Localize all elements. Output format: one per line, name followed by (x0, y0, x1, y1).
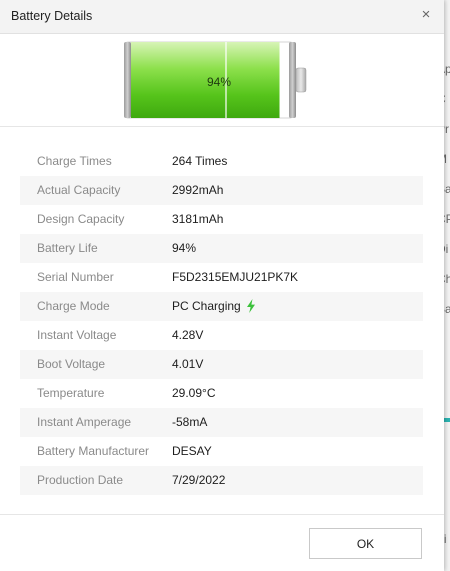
detail-label: Charge Times (37, 154, 112, 168)
footer-divider (0, 514, 444, 515)
detail-value: 7/29/2022 (172, 473, 226, 487)
detail-value: 29.09°C (172, 386, 216, 400)
detail-row-actual-capacity: Actual Capacity 2992mAh (20, 176, 423, 205)
lightning-bolt-icon (246, 295, 256, 324)
detail-value: 3181mAh (172, 212, 224, 226)
ok-button[interactable]: OK (309, 528, 422, 559)
detail-value: 2992mAh (172, 183, 224, 197)
battery-details-table: Charge Times 264 Times Actual Capacity 2… (20, 147, 423, 495)
close-icon[interactable]: × (418, 7, 434, 23)
detail-label: Battery Life (37, 241, 98, 255)
detail-label: Instant Voltage (37, 328, 117, 342)
detail-row-serial-number: Serial Number F5D2315EMJU21PK7K (20, 263, 423, 292)
detail-row-charge-mode: Charge Mode PC Charging (20, 292, 423, 321)
detail-row-charge-times: Charge Times 264 Times (20, 147, 423, 176)
detail-value: 4.28V (172, 328, 204, 342)
detail-label: Temperature (37, 386, 105, 400)
detail-row-temperature: Temperature 29.09°C (20, 379, 423, 408)
detail-value-charge-mode: PC Charging (172, 292, 256, 324)
battery-percent-label: 94% (206, 75, 232, 89)
battery-icon: 94% (124, 41, 307, 121)
detail-value: 94% (172, 241, 197, 255)
detail-label: Design Capacity (37, 212, 125, 226)
detail-label: Battery Manufacturer (37, 444, 150, 458)
detail-value: DESAY (172, 444, 212, 458)
battery-details-dialog: Battery Details × 94% Charge Times 264 T… (0, 0, 444, 571)
battery-visual: 94% (0, 34, 444, 126)
detail-row-production-date: Production Date 7/29/2022 (20, 466, 423, 495)
detail-label: Boot Voltage (37, 357, 106, 371)
detail-row-instant-voltage: Instant Voltage 4.28V (20, 321, 423, 350)
section-divider (0, 126, 444, 127)
detail-label: Instant Amperage (37, 415, 132, 429)
detail-row-design-capacity: Design Capacity 3181mAh (20, 205, 423, 234)
detail-value: 4.01V (172, 357, 204, 371)
dialog-titlebar: Battery Details × (0, 0, 444, 34)
detail-row-battery-manufacturer: Battery Manufacturer DESAY (20, 437, 423, 466)
detail-row-instant-amperage: Instant Amperage -58mA (20, 408, 423, 437)
detail-value: F5D2315EMJU21PK7K (172, 270, 299, 284)
detail-value: 264 Times (172, 154, 228, 168)
detail-row-boot-voltage: Boot Voltage 4.01V (20, 350, 423, 379)
detail-value: PC Charging (172, 299, 241, 313)
detail-label: Charge Mode (37, 299, 110, 313)
detail-row-battery-life: Battery Life 94% (20, 234, 423, 263)
detail-value: -58mA (172, 415, 208, 429)
detail-label: Actual Capacity (37, 183, 121, 197)
dialog-title: Battery Details (11, 9, 93, 23)
detail-label: Production Date (37, 473, 124, 487)
detail-label: Serial Number (37, 270, 114, 284)
